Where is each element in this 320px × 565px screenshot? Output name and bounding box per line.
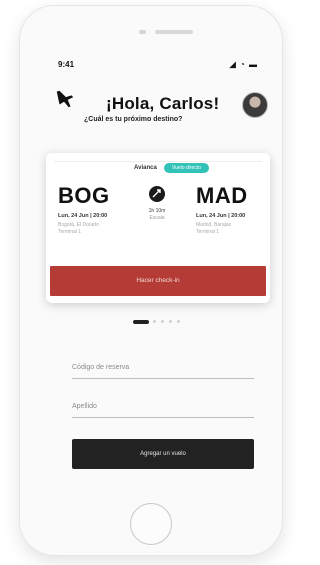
pager-dot[interactable] [169, 320, 172, 323]
status-time: 9:41 [58, 60, 75, 69]
flight-duration: 1h 10m [148, 208, 166, 214]
avatar[interactable] [242, 92, 268, 118]
flight-route-icon [149, 186, 165, 202]
lastname-field[interactable]: Apellido [72, 403, 97, 410]
pager-dot-active[interactable] [133, 320, 149, 324]
speaker-grille [155, 30, 193, 34]
plane-route-icon [152, 189, 161, 198]
origin-airport: Bogotá, El Dorado Terminal 1 [58, 222, 99, 236]
greeting-subtitle: ¿Cuál es tu próximo destino? [84, 116, 183, 123]
greeting-title: ¡Hola, Carlos! [106, 94, 220, 113]
destination-airport-name: Madrid, Barajas [196, 222, 232, 228]
destination-airport: Madrid, Barajas Terminal 1 [196, 222, 231, 236]
add-flight-button[interactable]: Agregar un vuelo [72, 439, 254, 469]
flight-duration-sub: Escala [149, 215, 165, 221]
destination-datetime: Lun, 24 Jun | 20:00 [196, 213, 246, 219]
origin-datetime: Lun, 24 Jun | 20:00 [58, 213, 108, 219]
front-camera [139, 30, 146, 34]
pager-dot[interactable] [153, 320, 156, 323]
checkin-button[interactable]: Hacer check-in [50, 266, 266, 296]
origin-airport-name: Bogotá, El Dorado [58, 222, 99, 228]
pager-dot[interactable] [161, 320, 164, 323]
airplane-icon [56, 90, 74, 108]
status-icons: ◢ ◔ ▬ [229, 60, 258, 69]
pager-dot[interactable] [177, 320, 180, 323]
lastname-underline [72, 417, 254, 418]
destination-terminal: Terminal 1 [196, 229, 220, 235]
origin-terminal: Terminal 1 [58, 229, 82, 235]
origin-code: BOG [58, 183, 110, 208]
reservation-code-underline [72, 378, 254, 379]
card-divider [54, 161, 262, 162]
home-button[interactable] [130, 503, 172, 545]
phone-frame: 9:41 ◢ ◔ ▬ ¡Hola, Carlos! ¿Cuál es tu pr… [20, 6, 282, 555]
flight-badge: Vuelo directo [164, 163, 209, 173]
airline-name: Avianca [134, 165, 157, 171]
destination-code: MAD [196, 183, 248, 208]
reservation-code-field[interactable]: Código de reserva [72, 364, 129, 371]
flight-card[interactable]: Avianca Vuelo directo BOG 1h 10m Escala … [46, 153, 270, 303]
